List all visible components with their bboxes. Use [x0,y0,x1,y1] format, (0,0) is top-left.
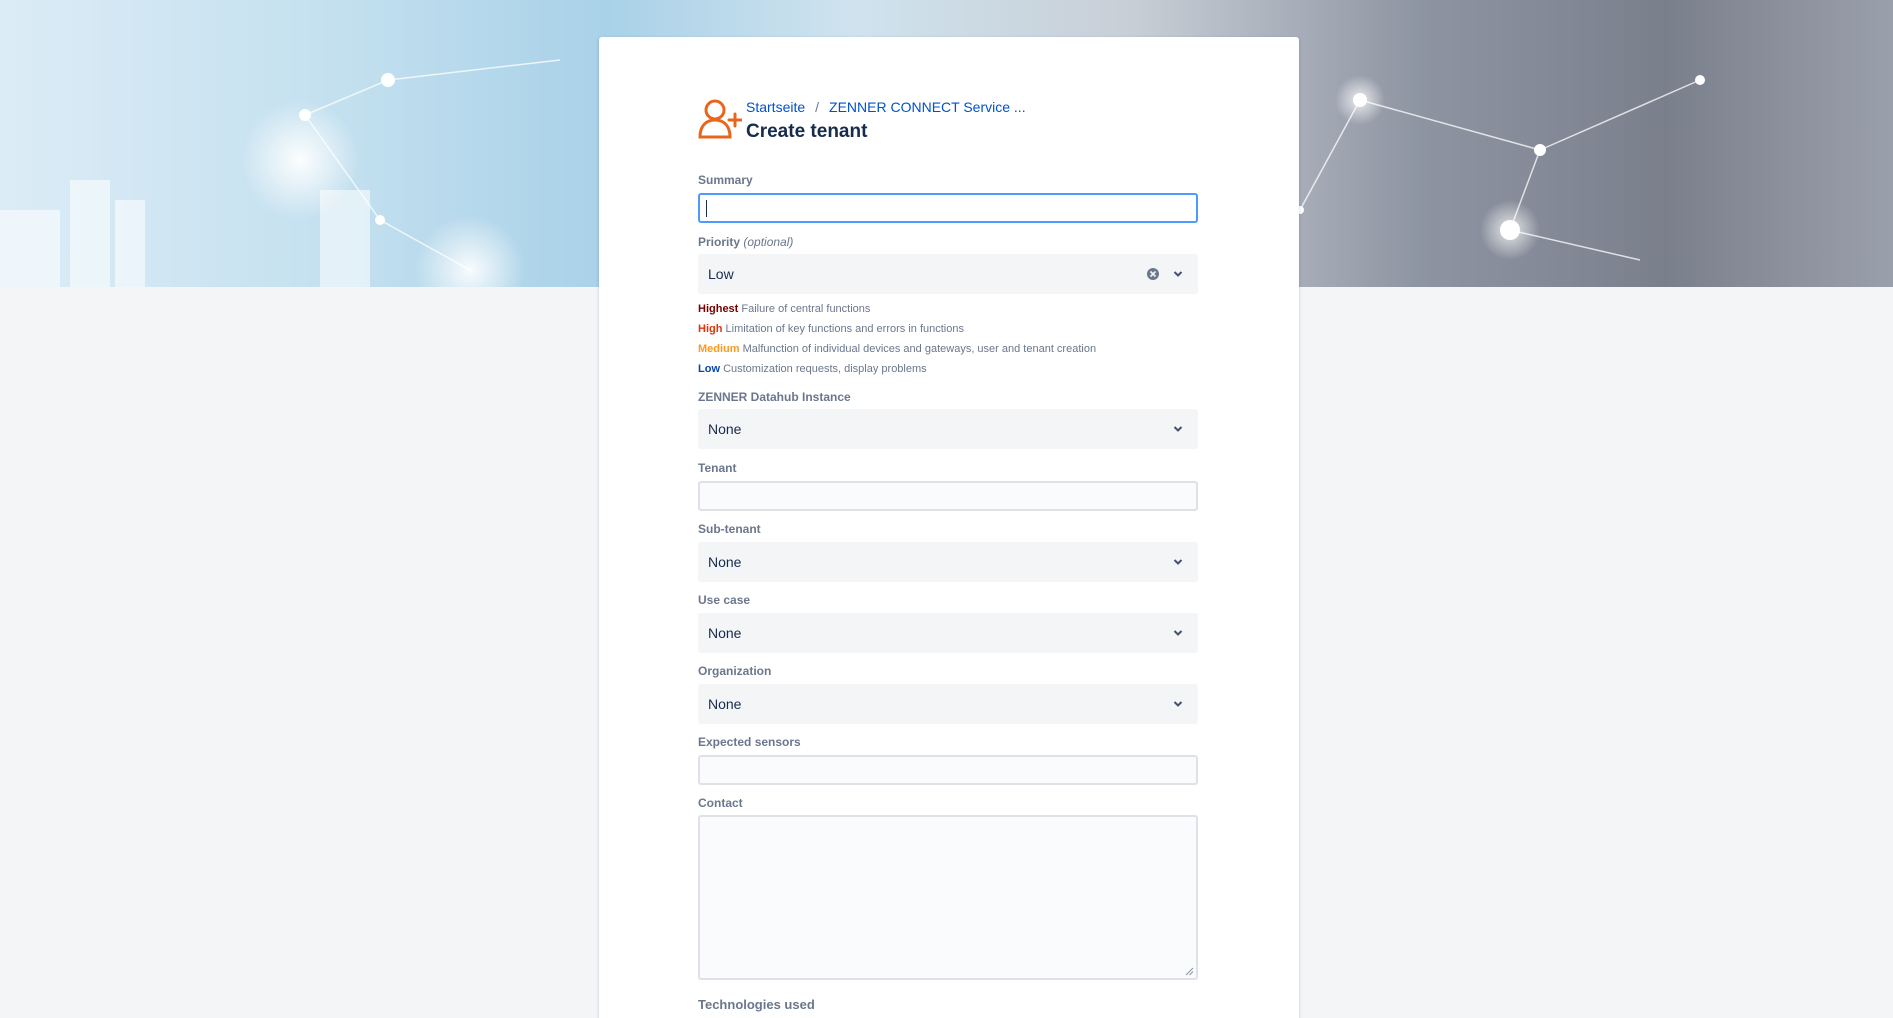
form-header: Startseite / ZENNER CONNECT Service ... Cr… [698,97,1118,147]
priority-legend-low: Low Customization requests, display prob… [698,363,927,375]
legend-text: Failure of central functions [741,303,871,315]
priority-legend-highest: Highest Failure of central functions [698,303,870,315]
priority-label: Priority (optional) [698,235,793,249]
text-caret [706,200,707,217]
datahub-label: ZENNER Datahub Instance [698,390,851,404]
legend-text: Malfunction of individual devices and ga… [742,343,1097,355]
legend-level: Low [698,363,720,375]
legend-text: Limitation of key functions and errors i… [725,323,964,335]
usecase-value: None [708,625,742,641]
chevron-down-icon [1173,630,1183,636]
chevron-down-icon [1173,701,1183,707]
datahub-value: None [708,421,742,437]
organization-label: Organization [698,664,772,678]
usecase-label: Use case [698,593,751,607]
priority-legend-high: High Limitation of key functions and err… [698,323,964,335]
technologies-label: Technologies used [698,997,815,1012]
contact-label: Contact [698,796,743,810]
subtenant-select[interactable]: None [698,542,1198,582]
legend-level: Highest [698,303,739,315]
tenant-label: Tenant [698,461,737,475]
summary-label: Summary [698,173,753,187]
breadcrumb-home-link[interactable]: Startseite [746,99,805,115]
datahub-select[interactable]: None [698,409,1198,449]
add-user-icon [698,99,742,139]
chevron-down-icon [1173,426,1183,432]
contact-textarea[interactable] [698,815,1198,980]
priority-optional-hint: (optional) [743,235,794,249]
chevron-down-icon [1173,271,1183,277]
breadcrumb: Startseite / ZENNER CONNECT Service ... [746,99,1026,115]
priority-legend-medium: Medium Malfunction of individual devices… [698,343,1096,355]
organization-select[interactable]: None [698,684,1198,724]
priority-select[interactable]: Low [698,254,1198,294]
summary-input[interactable] [698,193,1198,223]
legend-level: High [698,323,723,335]
resize-handle-icon[interactable] [1185,967,1194,976]
priority-value: Low [708,266,734,282]
sensors-label: Expected sensors [698,735,801,749]
organization-value: None [708,696,742,712]
subtenant-label: Sub-tenant [698,522,761,536]
legend-level: Medium [698,343,740,355]
page-title: Create tenant [746,121,868,142]
priority-label-text: Priority [698,235,741,249]
sensors-input[interactable] [698,755,1198,785]
breadcrumb-separator: / [815,99,820,115]
breadcrumb-project-link[interactable]: ZENNER CONNECT Service ... [829,99,1026,115]
tenant-input[interactable] [698,481,1198,511]
chevron-down-icon [1173,559,1183,565]
clear-icon[interactable] [1146,267,1160,281]
subtenant-value: None [708,554,742,570]
legend-text: Customization requests, display problems [723,363,927,375]
usecase-select[interactable]: None [698,613,1198,653]
create-request-form: Startseite / ZENNER CONNECT Service ... Cr… [599,37,1299,1018]
